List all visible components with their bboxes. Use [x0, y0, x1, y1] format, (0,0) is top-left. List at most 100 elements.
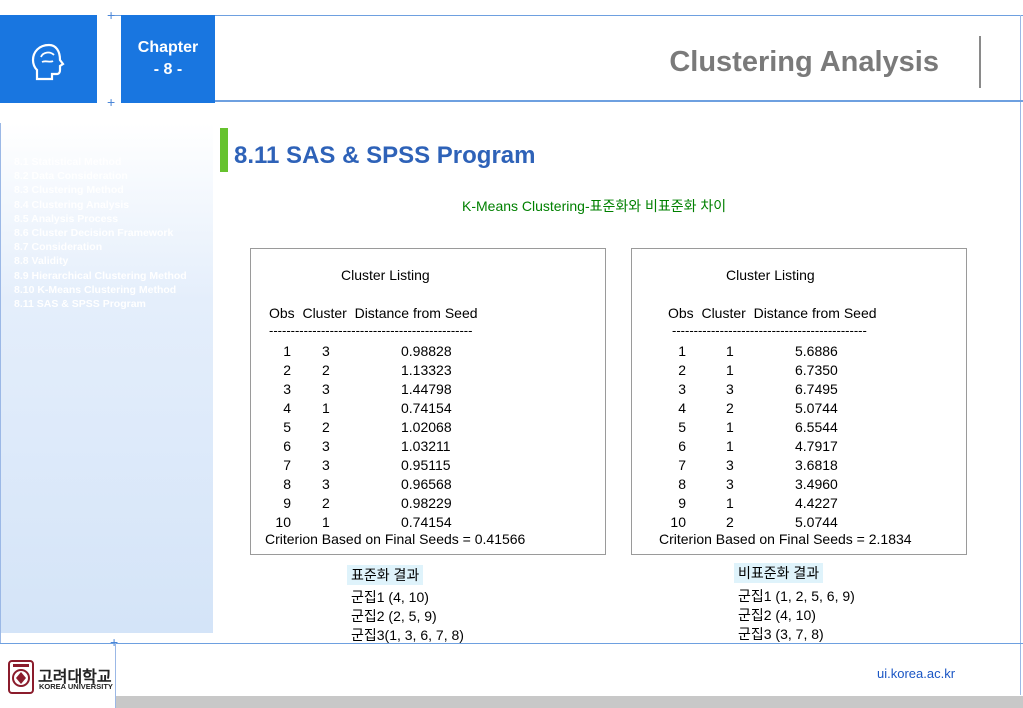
cell-distance: 0.74154 [401, 514, 452, 530]
plus-mark: + [107, 94, 116, 110]
sidebar-border [0, 123, 1, 643]
sidebar-item[interactable]: 8.2 Data Consideration [14, 169, 187, 183]
cell-distance: 4.4227 [795, 495, 838, 511]
cell-distance: 0.95115 [401, 457, 451, 473]
listing-row: 3 3 1.44798 [251, 381, 605, 400]
results-title-raw: 비표준화 결과 [734, 563, 824, 583]
result-line: 군집3(1, 3, 6, 7, 8) [351, 627, 464, 643]
footer-url-link[interactable]: ui.korea.ac.kr [877, 666, 955, 681]
header-bottom-rule [215, 100, 1023, 102]
listing-row: 8 3 3.4960 [632, 476, 966, 495]
cell-cluster: 1 [726, 495, 734, 511]
cell-cluster: 3 [322, 438, 330, 454]
header-top-rule [108, 15, 1023, 16]
cell-cluster: 3 [322, 343, 330, 359]
cell-distance: 0.98828 [401, 343, 452, 359]
cell-obs: 5 [678, 419, 686, 435]
cell-distance: 6.5544 [795, 419, 838, 435]
cell-distance: 4.7917 [795, 438, 838, 454]
cell-obs: 9 [283, 495, 291, 511]
listing-row: 5 1 6.5544 [632, 419, 966, 438]
listing-row: 1 3 0.98828 [251, 343, 605, 362]
cell-distance: 0.98229 [401, 495, 452, 511]
sidebar-nav: 8.1 Statistical Method 8.2 Data Consider… [14, 155, 187, 311]
cell-distance: 5.0744 [795, 400, 838, 416]
cell-cluster: 3 [322, 381, 330, 397]
sidebar-item-active[interactable]: 8.11 SAS & SPSS Program [14, 297, 187, 311]
listing-row: 6 3 1.03211 [251, 438, 605, 457]
cell-cluster: 2 [322, 362, 330, 378]
cell-distance: 1.44798 [401, 381, 452, 397]
section-accent-bar [220, 128, 228, 172]
listing-header: Obs Cluster Distance from Seed [668, 305, 877, 321]
listing-criterion: Criterion Based on Final Seeds = 2.1834 [659, 531, 912, 547]
cell-distance: 5.0744 [795, 514, 838, 530]
result-line: 군집1 (1, 2, 5, 6, 9) [738, 588, 855, 604]
chapter-badge: Chapter - 8 - [121, 15, 215, 103]
sidebar-item[interactable]: 8.1 Statistical Method [14, 155, 187, 169]
sidebar-item[interactable]: 8.8 Validity [14, 254, 187, 268]
title-divider [979, 36, 981, 88]
head-logo-tile [0, 15, 97, 103]
cell-obs: 5 [283, 419, 291, 435]
cell-cluster: 1 [322, 514, 330, 530]
cell-cluster: 1 [726, 362, 734, 378]
cell-obs: 7 [283, 457, 291, 473]
footer-bar [116, 696, 1023, 708]
listing-row: 2 1 6.7350 [632, 362, 966, 381]
listing-row: 7 3 3.6818 [632, 457, 966, 476]
result-line: 군집2 (4, 10) [738, 607, 816, 623]
sidebar-item[interactable]: 8.3 Clustering Method [14, 183, 187, 197]
cell-cluster: 3 [322, 476, 330, 492]
listing-divider: ----------------------------------------… [672, 323, 867, 338]
cell-obs: 10 [670, 514, 686, 530]
cell-cluster: 2 [322, 495, 330, 511]
sidebar-item[interactable]: 8.10 K-Means Clustering Method [14, 283, 187, 297]
listing-row: 4 2 5.0744 [632, 400, 966, 419]
cell-distance: 3.4960 [795, 476, 838, 492]
listing-row: 5 2 1.02068 [251, 419, 605, 438]
cell-cluster: 2 [322, 419, 330, 435]
listing-row: 8 3 0.96568 [251, 476, 605, 495]
result-line: 군집1 (4, 10) [351, 589, 429, 605]
listing-row: 9 1 4.4227 [632, 495, 966, 514]
cell-distance: 1.13323 [401, 362, 452, 378]
result-line: 군집3 (3, 7, 8) [738, 626, 824, 642]
footer-rule [0, 643, 1023, 644]
listing-header: Obs Cluster Distance from Seed [269, 305, 478, 321]
cell-obs: 8 [678, 476, 686, 492]
cell-distance: 0.74154 [401, 400, 452, 416]
sidebar-item[interactable]: 8.7 Consideration [14, 240, 187, 254]
cell-obs: 8 [283, 476, 291, 492]
sidebar-item[interactable]: 8.5 Analysis Process [14, 212, 187, 226]
cell-cluster: 1 [726, 343, 734, 359]
listing-row: 9 2 0.98229 [251, 495, 605, 514]
sidebar-item[interactable]: 8.4 Clustering Analysis [14, 198, 187, 212]
listing-row: 3 3 6.7495 [632, 381, 966, 400]
cell-cluster: 1 [726, 438, 734, 454]
cell-cluster: 1 [726, 419, 734, 435]
cell-cluster: 3 [726, 457, 734, 473]
cell-cluster: 2 [726, 514, 734, 530]
university-crest-icon [8, 660, 34, 699]
sidebar-item[interactable]: 8.6 Cluster Decision Framework [14, 226, 187, 240]
chapter-label: Chapter [137, 39, 199, 56]
listing-row: 7 3 0.95115 [251, 457, 605, 476]
sidebar-item[interactable]: 8.9 Hierarchical Clustering Method [14, 269, 187, 283]
cell-obs: 3 [678, 381, 686, 397]
listing-criterion: Criterion Based on Final Seeds = 0.41566 [265, 531, 526, 547]
cell-distance: 3.6818 [795, 457, 838, 473]
cell-obs: 4 [283, 400, 291, 416]
cell-obs: 3 [283, 381, 291, 397]
cell-obs: 6 [283, 438, 291, 454]
cell-distance: 6.7350 [795, 362, 838, 378]
cell-cluster: 3 [322, 457, 330, 473]
right-border-rule [1020, 15, 1021, 695]
cell-distance: 5.6886 [795, 343, 838, 359]
cluster-listing-standardized: Cluster Listing Obs Cluster Distance fro… [250, 248, 606, 555]
cell-distance: 0.96568 [401, 476, 452, 492]
listing-row: 2 2 1.13323 [251, 362, 605, 381]
cell-obs: 9 [678, 495, 686, 511]
listing-row: 6 1 4.7917 [632, 438, 966, 457]
section-subtitle: K-Means Clustering-표준화와 비표준화 차이 [462, 198, 727, 214]
